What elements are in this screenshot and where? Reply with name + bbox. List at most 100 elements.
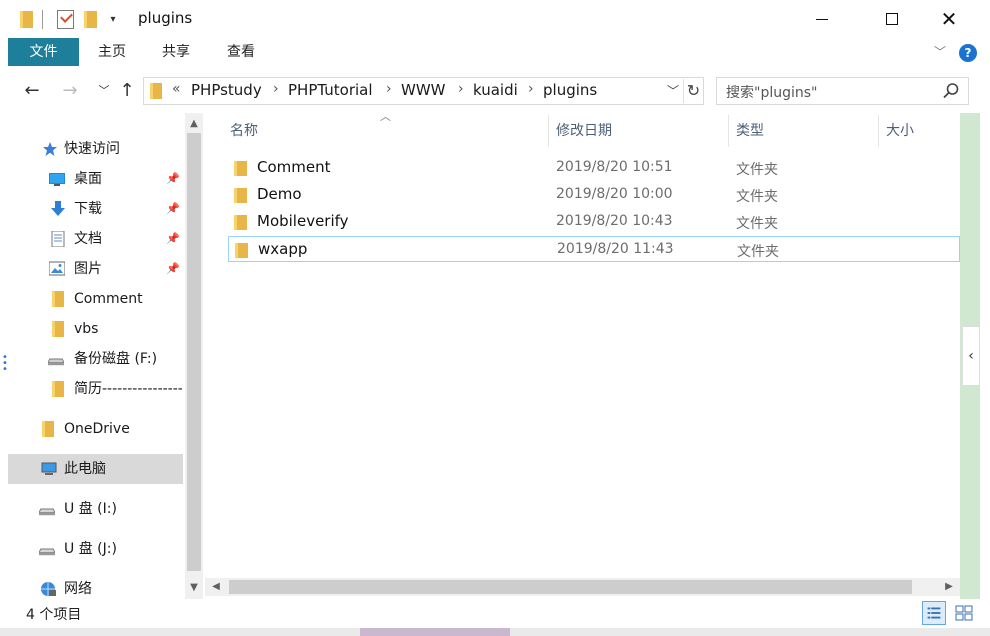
breadcrumb-kuaidi[interactable]: kuaidi [473,81,518,99]
sidebar-item-label: 文档 [74,231,102,247]
details-view-icon[interactable] [922,601,946,625]
recent-locations-chevron-icon[interactable]: ﹀ [92,78,116,104]
navigation-pane-scroll-thumb[interactable] [187,133,201,571]
tab-file[interactable]: 文件 [8,38,79,66]
sidebar-item-network[interactable]: 网络 [0,574,185,599]
refresh-icon[interactable]: ↻ [683,79,703,103]
window-title: plugins [138,9,193,27]
column-divider[interactable] [878,115,879,147]
breadcrumb-separator-icon[interactable]: › [386,81,392,97]
back-button[interactable]: ← [20,78,44,104]
file-date: 2019/8/20 11:43 [557,241,674,257]
sidebar-item-usb-i[interactable]: U 盘 (I:) [0,494,185,524]
breadcrumb-phpstudy[interactable]: PHPstudy [191,81,262,99]
minimize-icon [816,19,828,20]
status-bar [0,600,990,628]
sidebar-item-vbs[interactable]: vbs [0,314,185,344]
folder-icon [235,243,248,258]
scroll-right-arrow-icon[interactable]: ▶ [940,578,958,596]
sidebar-item-label: 桌面 [74,171,102,187]
breadcrumb-separator-icon[interactable]: › [273,81,279,97]
folder-icon [52,321,64,337]
sidebar-item-label: 快速访问 [64,141,120,157]
customize-quick-access-icon[interactable]: ▾ [106,12,120,28]
pin-icon[interactable]: 📌 [166,224,180,254]
horizontal-scroll-thumb[interactable] [229,580,912,594]
window-edge-handle-icon: • • • [2,352,8,375]
maximize-button[interactable] [869,0,915,38]
navigation-pane[interactable]: 快速访问 桌面 📌 下载 📌 文档 📌 图片 📌 Comment vbs 备份磁… [0,113,185,599]
breadcrumb-overflow[interactable]: « [172,81,181,97]
column-divider[interactable] [728,115,729,147]
table-row[interactable]: Comment 2019/8/20 10:51 文件夹 [228,155,960,181]
up-button[interactable]: ↑ [115,78,139,104]
tab-share[interactable]: 共享 [148,38,204,66]
sidebar-item-comment[interactable]: Comment [0,284,185,314]
item-count: 4 个项目 [26,607,82,623]
new-folder-icon[interactable] [84,11,97,28]
sidebar-item-this-pc[interactable]: 此电脑 [8,454,183,484]
tab-view[interactable]: 查看 [213,38,269,66]
pin-icon[interactable]: 📌 [166,194,180,224]
sidebar-item-label: vbs [74,321,99,337]
sidebar-item-resume[interactable]: 简历------------------ [0,374,185,404]
sidebar-item-backup-drive[interactable]: 备份磁盘 (F:) [0,344,185,374]
file-name: Demo [257,185,302,203]
sidebar-item-onedrive[interactable]: OneDrive [0,414,185,444]
sidebar-item-usb-j[interactable]: U 盘 (J:) [0,534,185,564]
sidebar-item-documents[interactable]: 文档 📌 [0,224,185,254]
file-date: 2019/8/20 10:43 [556,213,673,229]
sidebar-item-label: U 盘 (J:) [64,541,117,557]
tab-home[interactable]: 主页 [84,38,140,66]
help-icon[interactable]: ? [959,44,977,62]
forward-button[interactable]: → [58,78,82,104]
sidebar-item-label: 备份磁盘 (F:) [74,351,158,367]
search-placeholder: 搜索"plugins" [726,85,818,101]
computer-icon [41,462,57,475]
scroll-left-arrow-icon[interactable]: ◀ [207,578,225,596]
folder-icon [234,215,247,230]
desktop-icon [49,173,65,186]
search-icon[interactable] [942,82,960,100]
sidebar-item-pictures[interactable]: 图片 📌 [0,254,185,284]
pin-icon[interactable]: 📌 [166,164,180,194]
sidebar-item-quick-access[interactable]: 快速访问 [0,134,185,164]
preview-pane-toggle-chevron-icon[interactable]: ‹ [962,326,980,386]
scroll-down-arrow-icon[interactable]: ▼ [185,579,203,597]
sidebar-item-label: 此电脑 [64,461,106,477]
properties-icon[interactable] [57,10,74,29]
breadcrumb-separator-icon[interactable]: › [458,81,464,97]
download-icon [51,201,65,216]
column-header-type[interactable]: 类型 [736,118,764,146]
sidebar-item-label: 下载 [74,201,102,217]
pin-icon[interactable]: 📌 [166,254,180,284]
drive-icon [48,358,64,366]
expand-ribbon-chevron-icon[interactable]: ﹀ [932,44,948,60]
quick-access-folder-icon[interactable] [20,11,33,28]
column-header-size[interactable]: 大小 [886,118,914,146]
folder-icon [42,421,54,437]
document-icon [51,231,65,247]
column-header-name[interactable]: 名称 [230,118,258,146]
column-divider[interactable] [548,115,549,147]
file-name: wxapp [258,240,308,258]
breadcrumb-separator-icon[interactable]: › [528,81,534,97]
minimize-button[interactable] [800,0,846,38]
column-header-date-modified[interactable]: 修改日期 [556,118,612,146]
sidebar-item-downloads[interactable]: 下载 📌 [0,194,185,224]
sidebar-item-label: 图片 [74,261,102,277]
table-row-selected[interactable]: wxapp 2019/8/20 11:43 文件夹 [228,236,960,262]
usb-drive-icon [39,508,55,516]
scroll-up-arrow-icon[interactable]: ▲ [185,115,203,133]
address-history-chevron-icon[interactable]: ﹀ [665,80,681,102]
large-icons-view-icon[interactable] [952,601,976,625]
breadcrumb-phptutorial[interactable]: PHPTutorial [288,81,373,99]
table-row[interactable]: Mobileverify 2019/8/20 10:43 文件夹 [228,209,960,235]
breadcrumb-plugins[interactable]: plugins [543,81,597,99]
table-row[interactable]: Demo 2019/8/20 10:00 文件夹 [228,182,960,208]
sidebar-item-desktop[interactable]: 桌面 📌 [0,164,185,194]
close-button[interactable]: ✕ [926,0,972,38]
network-icon [41,582,56,596]
breadcrumb-www[interactable]: WWW [401,81,446,99]
star-icon [43,142,57,156]
